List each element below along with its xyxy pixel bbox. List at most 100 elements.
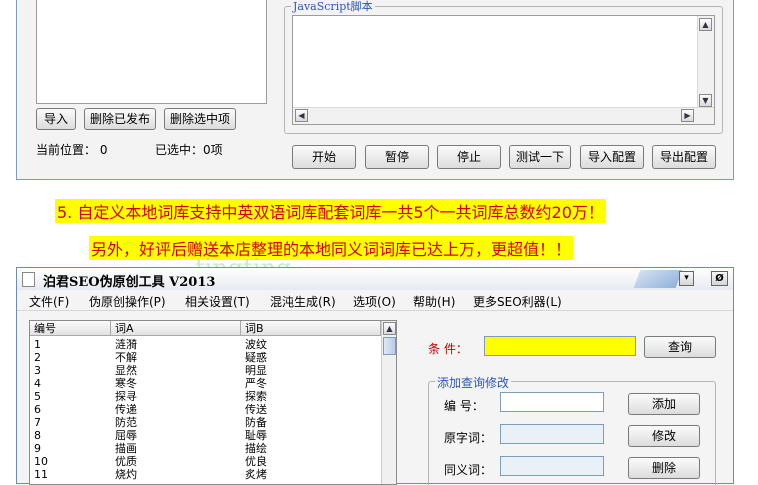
cell-word-a: 涟漪 <box>115 338 137 351</box>
table-row[interactable]: 1 涟漪 波纹 <box>30 338 380 351</box>
cell-word-a: 描画 <box>115 442 137 455</box>
table-row[interactable]: 9 描画 描绘 <box>30 442 380 455</box>
cell-word-b: 优良 <box>245 455 267 468</box>
export-config-button[interactable]: 导出配置 <box>652 145 716 169</box>
windows-logo-icon <box>633 270 683 288</box>
condition-input[interactable] <box>484 336 636 356</box>
cell-id: 11 <box>34 468 48 481</box>
cell-id: 4 <box>34 377 41 390</box>
id-input[interactable] <box>500 392 604 412</box>
cell-id: 2 <box>34 351 41 364</box>
editor-vertical-scrollbar[interactable]: ▲ ▼ <box>697 16 714 109</box>
cell-id: 6 <box>34 403 41 416</box>
delete-published-button[interactable]: 删除已发布 <box>84 108 156 130</box>
column-header-id[interactable]: 编号 <box>30 321 111 336</box>
delete-selected-button[interactable]: 删除选中项 <box>164 108 236 130</box>
stop-button[interactable]: 停止 <box>437 145 501 169</box>
published-list[interactable] <box>36 0 267 104</box>
add-button[interactable]: 添加 <box>628 393 700 415</box>
selected-count-text: 已选中：0项 <box>155 143 223 157</box>
window-title: 泊君SEO伪原创工具 V2013 <box>43 275 216 290</box>
condition-label: 条 件： <box>428 342 468 356</box>
cell-word-b: 疑惑 <box>245 351 267 364</box>
import-config-button[interactable]: 导入配置 <box>580 145 644 169</box>
cell-id: 1 <box>34 338 41 351</box>
document-icon <box>22 272 35 287</box>
menu-help[interactable]: 帮助(H) <box>413 293 455 310</box>
editor-horizontal-scrollbar[interactable]: ◀ ▶ <box>293 107 714 124</box>
synonym-input[interactable] <box>500 456 604 476</box>
feature-banner-2: 另外，好评后赠送本店整理的本地同义词词库已达上万，更超值！！ <box>89 236 574 260</box>
word-table[interactable]: 编号 词A 词B ▲ 1 涟漪 波纹 2 不解 疑惑 3 显然 明显 4 寒冬 严冬 5 探寻 探索 6 传递 传… <box>29 320 397 485</box>
cell-word-a: 传递 <box>115 403 137 416</box>
original-word-input[interactable] <box>500 424 604 444</box>
cell-id: 5 <box>34 390 41 403</box>
modify-button[interactable]: 修改 <box>628 425 700 447</box>
scroll-down-icon[interactable]: ▼ <box>699 94 712 107</box>
cell-word-b: 明显 <box>245 364 267 377</box>
column-header-word-b[interactable]: 词B <box>241 321 381 336</box>
cell-word-a: 显然 <box>115 364 137 377</box>
javascript-editor[interactable]: ▲ ▼ ◀ ▶ <box>292 15 715 125</box>
table-scroll-up-icon[interactable]: ▲ <box>383 322 396 335</box>
cell-word-a: 防范 <box>115 416 137 429</box>
cell-word-b: 描绘 <box>245 442 267 455</box>
cell-word-a: 寒冬 <box>115 377 137 390</box>
add-query-group-title: 添加查询修改 <box>435 374 512 391</box>
scroll-right-icon[interactable]: ▶ <box>681 109 694 122</box>
seo-tool-window: 泊君SEO伪原创工具 V2013 ▾ Ø 文件(F) 伪原创操作(P) 相关设置… <box>16 267 734 485</box>
cell-word-b: 传送 <box>245 403 267 416</box>
id-label: 编 号： <box>444 399 484 413</box>
cell-id: 7 <box>34 416 41 429</box>
menu-chaos[interactable]: 混沌生成(R) <box>270 293 336 310</box>
cell-id: 3 <box>34 364 41 377</box>
menu-more-tools[interactable]: 更多SEO利器(L) <box>473 293 562 310</box>
query-button[interactable]: 查询 <box>644 336 716 358</box>
cell-word-b: 严冬 <box>245 377 267 390</box>
table-row[interactable]: 2 不解 疑惑 <box>30 351 380 364</box>
menu-bar: 文件(F) 伪原创操作(P) 相关设置(T) 混沌生成(R) 选项(O) 帮助(… <box>17 290 733 311</box>
cell-id: 10 <box>34 455 48 468</box>
menu-settings[interactable]: 相关设置(T) <box>185 293 250 310</box>
menu-spin-ops[interactable]: 伪原创操作(P) <box>89 293 166 310</box>
table-row[interactable]: 3 显然 明显 <box>30 364 380 377</box>
table-row[interactable]: 4 寒冬 严冬 <box>30 377 380 390</box>
cell-id: 9 <box>34 442 41 455</box>
original-word-label: 原字词： <box>444 431 493 445</box>
javascript-group-title: JavaScript脚本 <box>291 0 375 14</box>
cell-id: 8 <box>34 429 41 442</box>
cell-word-b: 耻辱 <box>245 429 267 442</box>
delete-button[interactable]: 删除 <box>628 457 700 479</box>
table-row[interactable]: 8 屈辱 耻辱 <box>30 429 380 442</box>
minimize-icon[interactable]: ▾ <box>679 271 694 286</box>
pause-button[interactable]: 暂停 <box>365 145 429 169</box>
import-button[interactable]: 导入 <box>36 108 76 130</box>
cell-word-b: 防备 <box>245 416 267 429</box>
cell-word-a: 烧灼 <box>115 468 137 481</box>
column-header-word-a[interactable]: 词A <box>111 321 241 336</box>
table-row[interactable]: 11 烧灼 炙烤 <box>30 468 380 481</box>
cell-word-a: 不解 <box>115 351 137 364</box>
table-row[interactable]: 10 优质 优良 <box>30 455 380 468</box>
menu-options[interactable]: 选项(O) <box>353 293 396 310</box>
start-button[interactable]: 开始 <box>292 145 356 169</box>
cell-word-a: 探寻 <box>115 390 137 403</box>
test-button[interactable]: 测试一下 <box>509 145 571 169</box>
title-bar: 泊君SEO伪原创工具 V2013 ▾ Ø <box>17 268 733 290</box>
feature-banner-1: 5. 自定义本地词库支持中英双语词库配套词库一共5个一共词库总数约20万！ <box>55 199 606 223</box>
cell-word-b: 炙烤 <box>245 468 267 481</box>
cell-word-a: 优质 <box>115 455 137 468</box>
current-position-text: 当前位置： 0 <box>36 143 108 157</box>
close-icon[interactable]: Ø <box>711 271 728 286</box>
synonym-label: 同义词： <box>444 463 493 477</box>
scroll-left-icon[interactable]: ◀ <box>295 109 308 122</box>
table-scrollbar[interactable]: ▲ <box>381 321 396 484</box>
cell-word-b: 探索 <box>245 390 267 403</box>
table-row[interactable]: 5 探寻 探索 <box>30 390 380 403</box>
table-row[interactable]: 7 防范 防备 <box>30 416 380 429</box>
table-scroll-thumb[interactable] <box>383 337 396 355</box>
cell-word-b: 波纹 <box>245 338 267 351</box>
table-row[interactable]: 6 传递 传送 <box>30 403 380 416</box>
menu-file[interactable]: 文件(F) <box>29 293 69 310</box>
scroll-up-icon[interactable]: ▲ <box>699 18 712 31</box>
